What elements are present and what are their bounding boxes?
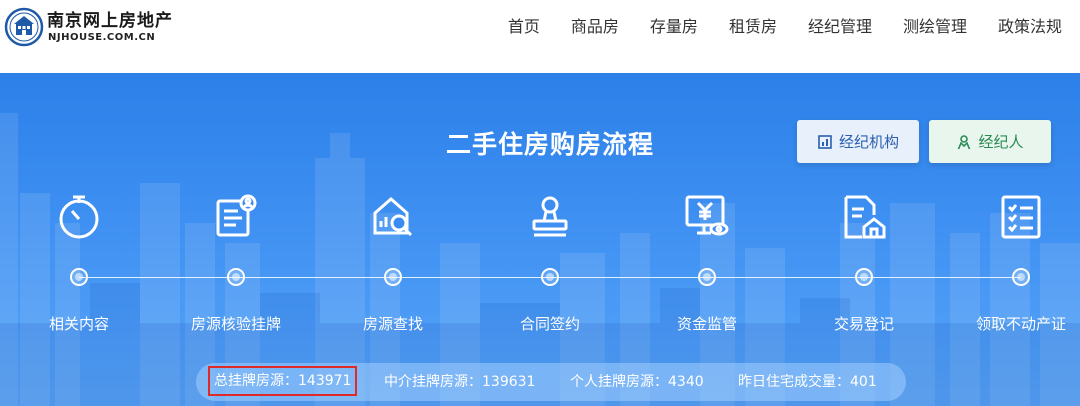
nav-item-existing-housing[interactable]: 存量房 <box>650 17 698 37</box>
nav-item-policy[interactable]: 政策法规 <box>998 17 1062 37</box>
person-icon <box>958 134 971 149</box>
agent-button-label: 经纪人 <box>978 133 1024 151</box>
nav-item-brokerage[interactable]: 经纪管理 <box>808 17 872 37</box>
timeline-node[interactable] <box>698 268 716 286</box>
stamp-icon[interactable] <box>526 193 574 241</box>
stat-agency-listings: 中介挂牌房源：139631 <box>384 374 536 390</box>
house-search-icon[interactable] <box>369 193 417 241</box>
form-check-icon[interactable] <box>212 193 260 241</box>
timeline-node[interactable] <box>227 268 245 286</box>
timeline-node[interactable] <box>1012 268 1030 286</box>
stat-total-listings: 总挂牌房源：143971 <box>208 366 358 396</box>
step-label-contract-signing[interactable]: 合同签约 <box>470 313 630 334</box>
timer-icon[interactable] <box>55 193 103 241</box>
nav-item-home[interactable]: 首页 <box>508 17 540 37</box>
timeline-node[interactable] <box>70 268 88 286</box>
logo-domain: NJHOUSE.COM.CN <box>48 32 156 43</box>
agency-button-label: 经纪机构 <box>838 133 899 151</box>
logo-title: 南京网上房地产 <box>47 11 173 31</box>
main-nav: 首页 商品房 存量房 租赁房 经纪管理 测绘管理 政策法规 <box>477 17 1062 37</box>
timeline-node[interactable] <box>541 268 559 286</box>
stat-personal-listings: 个人挂牌房源：4340 <box>570 374 704 390</box>
nav-item-rental[interactable]: 租赁房 <box>729 17 777 37</box>
nav-item-surveying[interactable]: 测绘管理 <box>903 17 967 37</box>
timeline-node[interactable] <box>855 268 873 286</box>
building-chart-icon <box>818 134 832 149</box>
step-label-fund-supervision[interactable]: 资金监管 <box>627 313 787 334</box>
timeline-node[interactable] <box>384 268 402 286</box>
checklist-icon[interactable] <box>997 193 1045 241</box>
step-label-listing-search[interactable]: 房源查找 <box>313 313 473 334</box>
logo-emblem-icon <box>4 7 44 47</box>
nav-item-new-housing[interactable]: 商品房 <box>571 17 619 37</box>
site-logo[interactable]: 南京网上房地产 NJHOUSE.COM.CN <box>4 7 173 47</box>
stat-yesterday-deals: 昨日住宅成交量：401 <box>738 374 877 390</box>
listing-stats-bar: 总挂牌房源：143971 中介挂牌房源：139631 个人挂牌房源：4340 昨… <box>196 363 906 401</box>
step-label-related-content[interactable]: 相关内容 <box>0 313 159 334</box>
step-label-transaction-registration[interactable]: 交易登记 <box>784 313 944 334</box>
site-header: 南京网上房地产 NJHOUSE.COM.CN 首页 商品房 存量房 租赁房 经纪… <box>0 0 1080 73</box>
agency-button[interactable]: 经纪机构 <box>797 120 919 163</box>
agent-button[interactable]: 经纪人 <box>929 120 1051 163</box>
process-banner: 二手住房购房流程 经纪机构 经纪人 相关内容 房源核验挂牌 房源查找 合同签约 … <box>0 73 1080 406</box>
step-label-listing-verification[interactable]: 房源核验挂牌 <box>156 313 316 334</box>
step-label-property-certificate[interactable]: 领取不动产证 <box>941 313 1080 334</box>
monitor-yuan-icon[interactable] <box>683 193 731 241</box>
document-house-icon[interactable] <box>840 193 888 241</box>
